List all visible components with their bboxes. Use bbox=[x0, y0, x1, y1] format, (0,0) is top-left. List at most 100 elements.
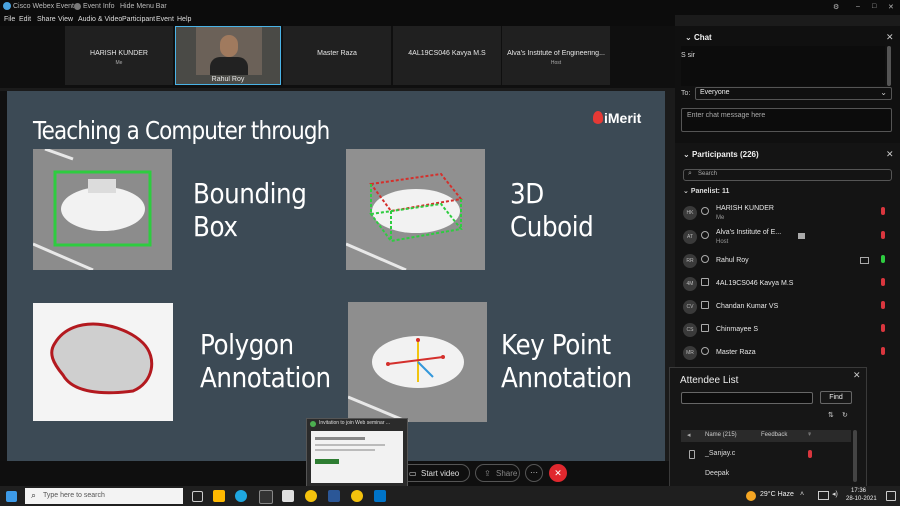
task-view-icon[interactable] bbox=[192, 491, 203, 502]
store-icon[interactable] bbox=[259, 490, 273, 504]
word-icon[interactable] bbox=[328, 490, 340, 502]
muted-mic-icon[interactable] bbox=[881, 347, 885, 355]
find-button[interactable]: Find bbox=[820, 391, 852, 404]
participant-role: Host bbox=[716, 239, 729, 245]
close-window-icon[interactable]: ✕ bbox=[888, 3, 894, 11]
windows-start-icon[interactable] bbox=[6, 491, 17, 502]
menu-file[interactable]: File bbox=[4, 16, 15, 23]
video-tile[interactable]: HARISH KUNDER Me bbox=[65, 26, 173, 85]
tile-sub: Host bbox=[550, 60, 562, 66]
label-line-1: Key Point bbox=[501, 328, 611, 361]
brand-name: iMerit bbox=[604, 110, 642, 126]
info-icon[interactable] bbox=[74, 3, 81, 10]
attendee-row[interactable]: _Sanjay.c bbox=[681, 449, 851, 463]
muted-mic-icon[interactable] bbox=[881, 207, 885, 215]
chat-input[interactable]: Enter chat message here bbox=[681, 108, 892, 132]
video-tile[interactable]: 4AL19CS046 Kavya M.S bbox=[393, 26, 501, 85]
muted-mic-icon[interactable] bbox=[808, 450, 812, 458]
leave-button[interactable]: ✕ bbox=[549, 464, 567, 482]
participant-name: Master Raza bbox=[716, 349, 756, 356]
chrome-icon[interactable] bbox=[305, 490, 317, 502]
edge-icon[interactable] bbox=[235, 490, 247, 502]
participant-role: Me bbox=[716, 215, 725, 221]
menu-audio-video[interactable]: Audio & Video bbox=[78, 16, 122, 23]
attendee-search-input[interactable] bbox=[681, 392, 813, 404]
taskbar-thumbnail-preview[interactable]: Invitation to join Web seminar ... bbox=[306, 418, 408, 488]
minimize-icon[interactable]: – bbox=[856, 3, 860, 10]
share-label: Share bbox=[496, 469, 518, 478]
muted-mic-icon[interactable] bbox=[881, 324, 885, 332]
video-tile[interactable]: Master Raza bbox=[283, 26, 391, 85]
clock-time[interactable]: 17:36 bbox=[851, 488, 866, 494]
mic-icon[interactable] bbox=[881, 255, 885, 263]
participant-row[interactable]: HK HARISH KUNDER Me bbox=[683, 203, 893, 225]
avatar: CV bbox=[683, 300, 697, 314]
muted-mic-icon[interactable] bbox=[881, 231, 885, 239]
attendee-scrollbar[interactable] bbox=[853, 430, 857, 482]
maximize-icon[interactable]: □ bbox=[872, 3, 876, 10]
video-tile-active-speaker[interactable]: Rahul Roy bbox=[175, 26, 281, 85]
menu-edit[interactable]: Edit bbox=[19, 16, 31, 23]
event-info-link[interactable]: Event Info bbox=[83, 3, 115, 10]
chrome-icon-active[interactable] bbox=[351, 490, 363, 502]
label-line-1: Bounding bbox=[193, 177, 307, 210]
menu-view[interactable]: View bbox=[58, 16, 73, 23]
webex-taskbar-icon[interactable] bbox=[374, 490, 386, 502]
imerit-logo-icon bbox=[593, 111, 603, 124]
tray-chevron-icon[interactable]: ˄ bbox=[800, 491, 804, 498]
participant-row[interactable]: AT Alva's Institute of E... Host bbox=[683, 227, 893, 249]
weather-text[interactable]: 29°C Haze bbox=[760, 491, 794, 498]
file-explorer-icon[interactable] bbox=[213, 490, 225, 502]
video-tile[interactable]: Alva's Institute of Engineering... Host bbox=[502, 26, 610, 85]
muted-mic-icon[interactable] bbox=[881, 278, 885, 286]
audio-icon bbox=[701, 207, 709, 215]
menu-share[interactable]: Share bbox=[37, 16, 56, 23]
attendee-row[interactable]: Deepak bbox=[681, 469, 851, 483]
col-feedback[interactable]: Feedback bbox=[761, 432, 787, 438]
participant-row[interactable]: MR Master Raza bbox=[683, 343, 893, 365]
close-participants-icon[interactable]: ✕ bbox=[886, 149, 894, 160]
muted-mic-icon[interactable] bbox=[881, 301, 885, 309]
close-icon: ✕ bbox=[554, 468, 562, 478]
bag-icon[interactable] bbox=[282, 490, 294, 502]
video-icon: ▭ bbox=[409, 469, 417, 478]
sort-icon[interactable]: ⇅ bbox=[828, 411, 834, 419]
taskbar-search-box[interactable]: ⌕ Type here to search bbox=[25, 488, 183, 504]
menu-help[interactable]: Help bbox=[177, 16, 191, 23]
panelist-group-header[interactable]: ⌄ Panelist: 11 bbox=[683, 187, 729, 195]
avatar: MR bbox=[683, 346, 697, 360]
shared-slide: Teaching a Computer through iMerit Bound… bbox=[7, 91, 665, 461]
start-video-button[interactable]: ▭ Start video bbox=[400, 464, 470, 482]
network-icon[interactable] bbox=[818, 491, 829, 500]
app-title: Cisco Webex Events bbox=[13, 3, 78, 10]
attendee-list-title: Attendee List bbox=[680, 375, 739, 386]
recipient-select[interactable]: Everyone ⌄ bbox=[695, 87, 892, 100]
label-line-2: Annotation bbox=[501, 361, 632, 394]
refresh-icon[interactable]: ↻ bbox=[842, 411, 848, 419]
hide-menu-bar-button[interactable]: Hide Menu Bar bbox=[120, 3, 167, 10]
participant-row[interactable]: 4M 4AL19CS046 Kavya M.S bbox=[683, 274, 893, 296]
share-button[interactable]: ⇪ Share bbox=[475, 464, 520, 482]
taskbar-search-placeholder: Type here to search bbox=[43, 492, 105, 499]
chat-scrollbar[interactable] bbox=[887, 46, 891, 86]
volume-icon[interactable]: ◂) bbox=[832, 490, 838, 498]
chevron-down-icon[interactable]: ⌄ bbox=[683, 150, 690, 159]
participant-row[interactable]: RR Rahul Roy bbox=[683, 251, 893, 273]
phone-icon bbox=[701, 324, 709, 332]
menu-participant[interactable]: Participant bbox=[122, 16, 155, 23]
more-options-button[interactable]: ··· bbox=[525, 464, 543, 482]
notification-icon[interactable] bbox=[886, 491, 896, 501]
close-chat-icon[interactable]: ✕ bbox=[886, 32, 894, 43]
label-key-point: Key Point Annotation bbox=[501, 328, 632, 394]
settings-icon[interactable]: ⚙ bbox=[833, 3, 839, 11]
participant-row[interactable]: CV Chandan Kumar VS bbox=[683, 297, 893, 319]
webex-logo-icon bbox=[3, 2, 11, 10]
clock-date[interactable]: 28-10-2021 bbox=[846, 496, 877, 502]
col-name[interactable]: Name (215) bbox=[705, 432, 737, 438]
menu-event[interactable]: Event bbox=[156, 16, 174, 23]
polygon-svg bbox=[50, 322, 154, 395]
close-attendee-icon[interactable]: ✕ bbox=[853, 370, 861, 381]
participant-search-input[interactable]: ⌕ Search bbox=[683, 169, 892, 181]
chevron-down-icon[interactable]: ⌄ bbox=[685, 33, 692, 42]
participant-row[interactable]: CS Chinmayee S bbox=[683, 320, 893, 342]
